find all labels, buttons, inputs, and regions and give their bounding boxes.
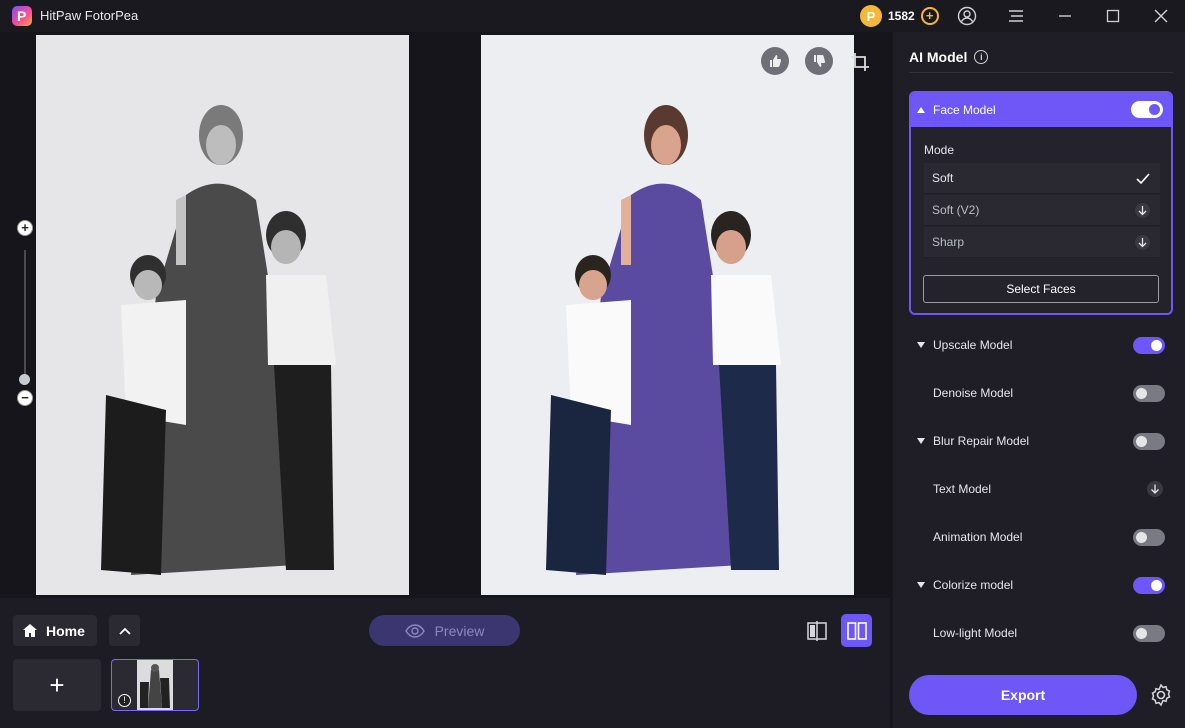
home-label: Home [46, 622, 85, 639]
face-model-section: Face Model Mode Soft Soft (V2) Sharp Sel… [909, 91, 1173, 315]
info-icon[interactable]: i [974, 50, 989, 64]
coin-balance[interactable]: P 1582 + [860, 4, 946, 28]
image-canvas[interactable]: + − [0, 32, 890, 598]
face-model-label: Face Model [933, 103, 996, 117]
select-faces-button[interactable]: Select Faces [923, 275, 1159, 303]
minimize-icon[interactable] [1055, 6, 1075, 26]
colorize-model-toggle[interactable] [1133, 577, 1165, 594]
upscale-model-toggle[interactable] [1133, 337, 1165, 354]
caret-down-icon [917, 342, 925, 348]
blur-repair-model-toggle[interactable] [1133, 433, 1165, 450]
thumbnail-image [137, 660, 173, 710]
text-model-row[interactable]: Text Model [909, 479, 1173, 499]
mode-option-sharp[interactable]: Sharp [924, 227, 1160, 258]
bottom-bar: Home Preview + ! [0, 598, 890, 728]
mode-option-label: Soft [932, 171, 954, 185]
download-icon[interactable] [1134, 202, 1151, 219]
zoom-out-button[interactable]: − [17, 390, 33, 406]
model-label: Colorize model [933, 578, 1014, 592]
model-label: Blur Repair Model [933, 434, 1030, 448]
account-icon[interactable] [957, 6, 977, 26]
face-model-toggle[interactable] [1131, 101, 1163, 118]
app-title: HitPaw FotorPea [40, 8, 139, 23]
caret-down-icon [917, 582, 925, 588]
mode-option-soft[interactable]: Soft [924, 163, 1160, 194]
chevron-up-icon [118, 627, 131, 635]
upscale-model-row[interactable]: Upscale Model [909, 335, 1173, 355]
preview-button[interactable]: Preview [369, 615, 520, 646]
coin-count: 1582 [888, 9, 915, 23]
mode-option-soft-v2[interactable]: Soft (V2) [924, 195, 1160, 226]
crop-icon[interactable] [850, 52, 870, 72]
zoom-in-button[interactable]: + [17, 220, 33, 236]
low-light-model-row[interactable]: Low-light Model [909, 623, 1173, 643]
denoise-model-toggle[interactable] [1133, 385, 1165, 402]
model-label: Animation Model [933, 530, 1023, 544]
mode-label: Mode [924, 143, 955, 157]
info-icon: ! [118, 694, 131, 707]
gear-icon[interactable] [1149, 683, 1173, 707]
model-label: Denoise Model [933, 386, 1014, 400]
colorize-model-row[interactable]: Colorize model [909, 575, 1173, 595]
animation-model-toggle[interactable] [1133, 529, 1165, 546]
enhanced-image [481, 35, 854, 595]
app-logo: P [12, 6, 32, 26]
image-thumbnail[interactable]: ! [111, 659, 199, 711]
animation-model-row[interactable]: Animation Model [909, 527, 1173, 547]
model-label: Text Model [933, 482, 992, 496]
denoise-model-row[interactable]: Denoise Model [909, 383, 1173, 403]
low-light-model-toggle[interactable] [1133, 625, 1165, 642]
blur-repair-model-row[interactable]: Blur Repair Model [909, 431, 1173, 451]
home-icon [23, 624, 37, 637]
mode-option-label: Sharp [932, 235, 965, 249]
coin-icon: P [860, 5, 882, 27]
thumbs-down-icon[interactable] [805, 47, 833, 75]
download-icon[interactable] [1146, 480, 1164, 498]
zoom-slider-thumb[interactable] [19, 374, 30, 385]
face-model-header[interactable]: Face Model [911, 93, 1171, 127]
thumbs-up-icon[interactable] [761, 47, 789, 75]
preview-label: Preview [434, 622, 485, 639]
caret-down-icon [917, 438, 925, 444]
divider [909, 72, 1173, 73]
add-image-button[interactable]: + [13, 659, 101, 711]
model-label: Low-light Model [933, 626, 1018, 640]
side-by-side-icon [846, 621, 867, 640]
close-icon[interactable] [1151, 6, 1171, 26]
add-coins-icon[interactable]: + [920, 7, 939, 25]
eye-icon [404, 623, 425, 638]
panel-title: AI Model i [909, 49, 989, 65]
mode-option-label: Soft (V2) [932, 203, 980, 217]
ai-model-panel: AI Model i Face Model Mode Soft Soft (V2… [893, 32, 1185, 728]
download-icon[interactable] [1134, 234, 1151, 251]
menu-icon[interactable] [1006, 6, 1026, 26]
zoom-slider-track[interactable] [24, 250, 26, 380]
home-button[interactable]: Home [13, 615, 97, 646]
side-by-side-view-button[interactable] [841, 614, 872, 647]
maximize-icon[interactable] [1103, 6, 1123, 26]
split-view-icon[interactable] [805, 619, 829, 643]
check-icon [1136, 173, 1150, 185]
original-image [36, 35, 409, 595]
title-bar: P HitPaw FotorPea P 1582 + [0, 0, 1185, 32]
collapse-button[interactable] [109, 615, 140, 646]
export-button[interactable]: Export [909, 675, 1137, 715]
caret-up-icon [917, 107, 925, 113]
model-label: Upscale Model [933, 338, 1013, 352]
